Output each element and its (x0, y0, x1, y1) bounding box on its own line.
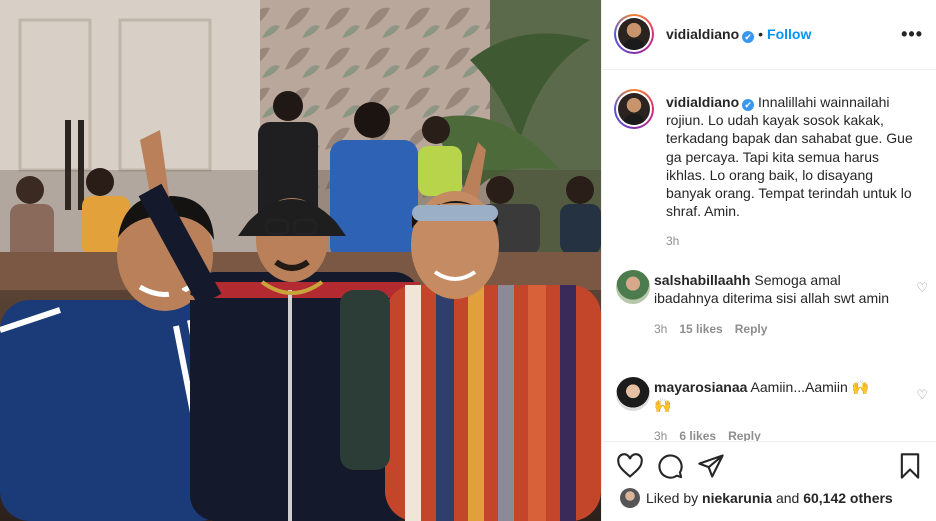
likes-count[interactable]: 60,142 others (803, 490, 893, 506)
author-avatar[interactable] (614, 14, 654, 54)
likes-middle: and (775, 490, 800, 506)
reply-button[interactable]: Reply (735, 322, 768, 336)
verified-badge-icon: ✔ (742, 31, 755, 43)
comment-body: salshabillaahh Semoga amal ibadahnya dit… (654, 271, 889, 338)
caption-meta: 3h (666, 232, 921, 250)
comment-like-heart-icon[interactable]: ♡ (916, 387, 928, 403)
reply-button[interactable]: Reply (728, 429, 761, 441)
comment-icon[interactable] (656, 452, 684, 480)
caption-username[interactable]: vidialdiano (666, 94, 739, 110)
more-options-icon[interactable]: ••• (901, 24, 923, 45)
comment-username[interactable]: mayarosianaa (654, 379, 747, 395)
comment-username[interactable]: salshabillaahh (654, 272, 750, 288)
photo-illustration (0, 0, 601, 521)
post-actions: Liked by niekarunia and 60,142 others (602, 441, 936, 521)
comment-meta: 3h 15 likes Reply (654, 320, 889, 338)
comment-meta: 3h 6 likes Reply (654, 427, 889, 441)
comment-time[interactable]: 3h (654, 322, 667, 336)
separator-dot: • (758, 26, 764, 42)
comment-likes[interactable]: 15 likes (679, 322, 722, 336)
comment-like-heart-icon[interactable]: ♡ (916, 280, 928, 296)
caption-avatar[interactable] (614, 89, 654, 129)
caption-text: Innalillahi wainnailahi rojiun. Lo udah … (666, 94, 913, 220)
post-header: vidialdiano ✔ • Follow ••• (602, 0, 936, 70)
heart-icon[interactable] (616, 452, 644, 480)
commenter-avatar[interactable] (616, 270, 650, 304)
post-photo[interactable] (0, 0, 601, 521)
comment-time[interactable]: 3h (654, 429, 667, 441)
post-side-panel: vidialdiano ✔ • Follow ••• vidialdiano ✔ Inn… (601, 0, 936, 521)
comment-likes[interactable]: 6 likes (679, 429, 716, 441)
commenter-avatar[interactable] (616, 377, 650, 411)
liker-avatar[interactable] (620, 488, 640, 508)
caption-time[interactable]: 3h (666, 234, 679, 248)
follow-button[interactable]: Follow (767, 26, 811, 42)
comments-section[interactable]: vidialdiano ✔ Innalillahi wainnailahi roj… (602, 71, 936, 441)
author-username[interactable]: vidialdiano (666, 26, 739, 42)
likes-prefix: Liked by (646, 490, 699, 506)
share-icon[interactable] (697, 452, 725, 480)
bookmark-icon[interactable] (896, 452, 924, 480)
comment-body: mayarosianaa Aamiin...Aamiin 🙌 🙌 3h 6 lik… (654, 378, 889, 441)
liker-username[interactable]: niekarunia (702, 490, 772, 506)
verified-badge-icon: ✔ (742, 99, 755, 111)
likes-summary: Liked by niekarunia and 60,142 others (620, 488, 893, 508)
caption-body: vidialdiano ✔ Innalillahi wainnailahi roj… (666, 93, 921, 251)
author-info: vidialdiano ✔ • Follow (666, 26, 811, 43)
